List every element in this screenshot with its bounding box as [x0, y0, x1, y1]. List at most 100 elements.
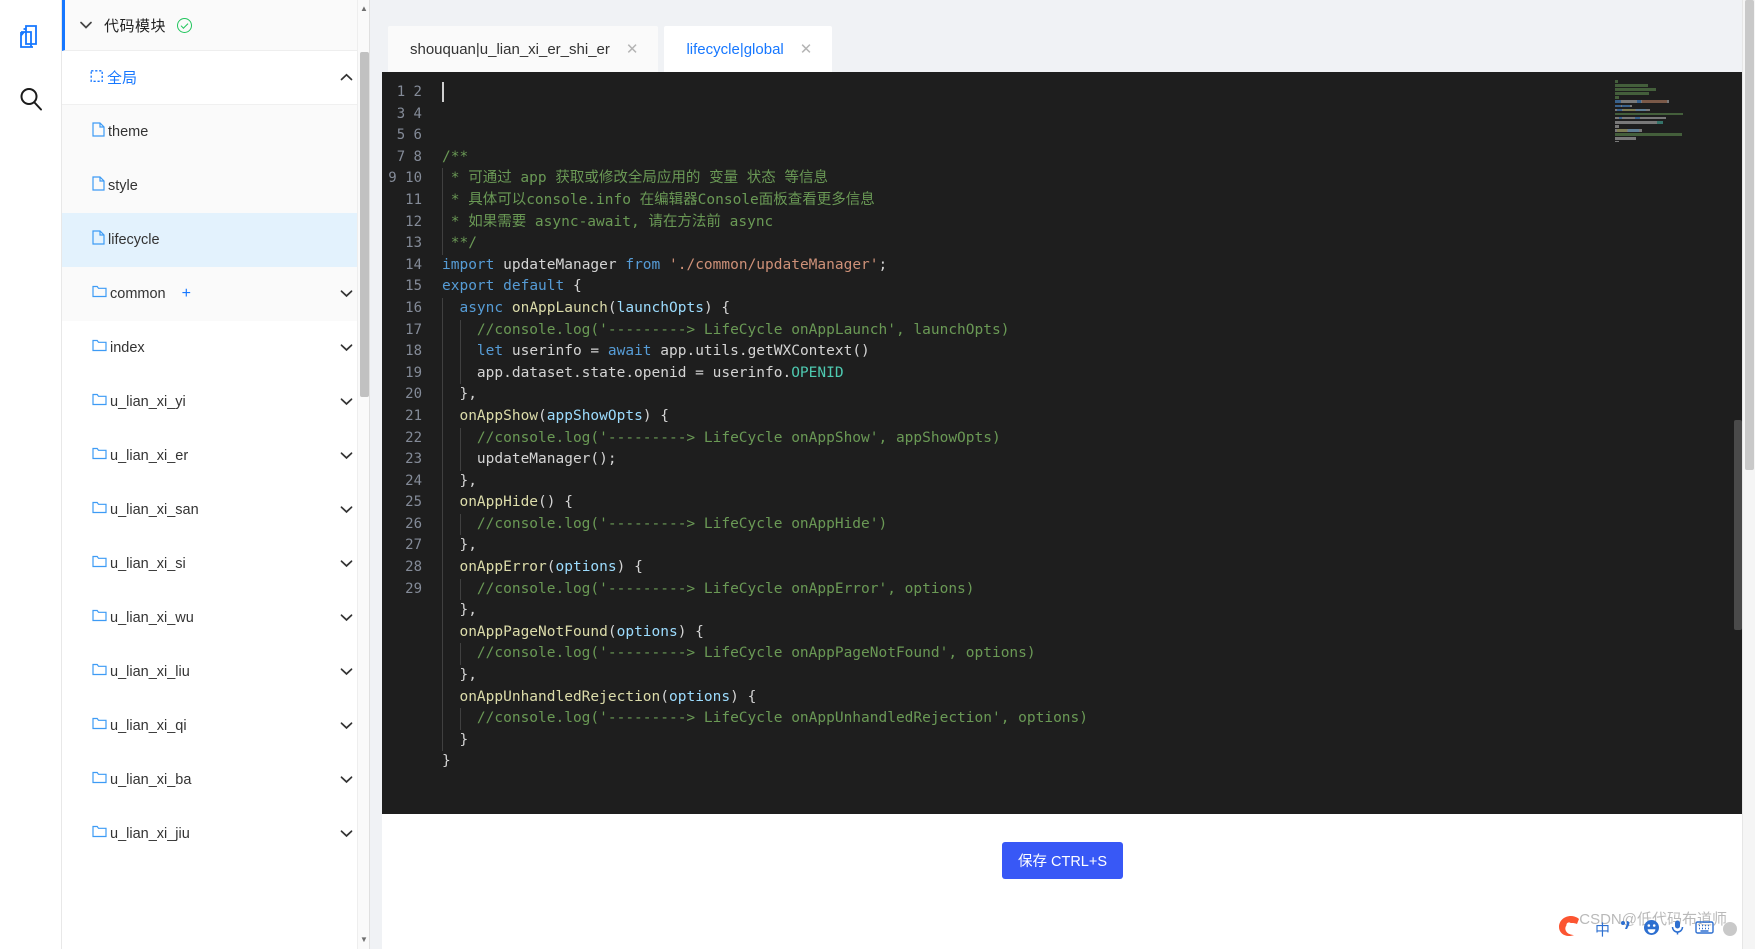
code-token: //console.log('---------> LifeCycle onAp…: [442, 710, 1089, 727]
tab-shouquan[interactable]: shouquan|u_lian_xi_er_shi_er ✕: [388, 26, 659, 72]
indent-guide: [442, 297, 443, 320]
minimap-line: [1615, 112, 1733, 116]
minimap-line: [1615, 84, 1733, 87]
tree-file-style[interactable]: style: [62, 159, 369, 213]
code-token: appShowOpts: [546, 407, 643, 424]
close-icon[interactable]: ✕: [626, 42, 639, 57]
chevron-up-icon[interactable]: [340, 71, 353, 85]
tab-lifecycle-global[interactable]: lifecycle|global ✕: [664, 26, 833, 72]
indent-guide: [459, 708, 461, 730]
tree-folder-u-lian-xi-si[interactable]: u_lian_xi_si: [62, 537, 369, 591]
tree-folder-u-lian-xi-yi[interactable]: u_lian_xi_yi: [62, 375, 369, 429]
tree-folder-u-lian-xi-jiu[interactable]: u_lian_xi_jiu: [62, 807, 369, 861]
tree-folder-u-lian-xi-san[interactable]: u_lian_xi_san: [62, 483, 369, 537]
code-line: import updateManager from './common/upda…: [442, 255, 1743, 277]
tree-group-global[interactable]: 全局: [62, 51, 369, 105]
code-line: export default {: [442, 276, 1743, 298]
chevron-down-icon[interactable]: [340, 449, 353, 463]
code-token: * 可通过 app 获取或修改全局应用的 变量 状态 等信息: [442, 170, 829, 187]
indent-guide: [459, 513, 461, 536]
tree-folder-u-lian-xi-liu[interactable]: u_lian_xi_liu: [62, 645, 369, 699]
minimap[interactable]: [1615, 80, 1733, 142]
tree-file-lifecycle[interactable]: lifecycle: [62, 213, 369, 267]
tree-folder-index[interactable]: index: [62, 321, 369, 375]
code-token: onAppUnhandledRejection: [459, 688, 661, 705]
code-token: ) {: [642, 407, 670, 424]
close-icon[interactable]: ✕: [800, 42, 813, 57]
code-line: //console.log('---------> LifeCycle onAp…: [442, 319, 1743, 342]
tree-folder-u-lian-xi-wu[interactable]: u_lian_xi_wu: [62, 591, 369, 645]
tree-folder-u-lian-xi-qi[interactable]: u_lian_xi_qi: [62, 699, 369, 753]
add-file-icon[interactable]: +: [182, 285, 191, 302]
code-token: * 具体可以console.info 在编辑器Console面板查看更多信息: [442, 191, 875, 208]
indent-guide: [442, 492, 443, 514]
code-token: /**: [442, 148, 469, 165]
code-content[interactable]: /** * 可通过 app 获取或修改全局应用的 变量 状态 等信息 * 具体可…: [434, 72, 1743, 814]
scroll-up-icon[interactable]: ▲: [358, 2, 370, 14]
code-token: ;: [878, 256, 888, 273]
chevron-down-icon[interactable]: [340, 395, 353, 409]
copy-pages-icon[interactable]: [0, 6, 62, 68]
chevron-down-icon[interactable]: [340, 719, 353, 733]
tree-folder-u-lian-xi-ba[interactable]: u_lian_xi_ba: [62, 753, 369, 807]
code-line: * 可通过 app 获取或修改全局应用的 变量 状态 等信息: [442, 168, 1743, 190]
page-scrollbar[interactable]: [1742, 0, 1755, 949]
minimap-line: [1615, 129, 1733, 132]
chevron-down-icon[interactable]: [340, 611, 353, 625]
code-line: app.dataset.state.openid = userinfo.OPEN…: [442, 362, 1743, 385]
code-token: }: [442, 753, 451, 770]
chevron-down-icon[interactable]: [340, 341, 353, 355]
indent-guide: [459, 578, 461, 601]
code-token: ) {: [616, 559, 643, 576]
indent-guide: [442, 600, 443, 622]
indent-guide: [459, 341, 461, 363]
folder-icon: [92, 555, 107, 572]
editor-scroll-thumb[interactable]: [1734, 420, 1742, 630]
code-token: ) {: [703, 299, 731, 316]
code-token: }: [442, 731, 469, 748]
chevron-down-icon[interactable]: [79, 19, 93, 32]
folder-icon: [92, 825, 107, 842]
code-token: onAppPageNotFound: [459, 623, 608, 640]
code-line: /**: [442, 147, 1743, 169]
explorer-scrollbar[interactable]: ▲ ▼: [357, 0, 369, 949]
tree-file-theme[interactable]: theme: [62, 105, 369, 159]
chevron-down-icon[interactable]: [340, 827, 353, 841]
code-token: from: [625, 256, 661, 273]
scroll-down-icon[interactable]: ▼: [358, 933, 370, 945]
save-button[interactable]: 保存 CTRL+S: [1001, 842, 1124, 879]
indent-guide: [442, 729, 443, 752]
minimap-line: [1615, 88, 1733, 91]
editor-tabbar: shouquan|u_lian_xi_er_shi_er ✕ lifecycle…: [370, 0, 1755, 72]
indent-guide: [459, 449, 461, 471]
explorer-scroll-thumb[interactable]: [360, 52, 369, 397]
chevron-down-icon[interactable]: [340, 665, 353, 679]
explorer-header[interactable]: 代码模块: [62, 0, 369, 51]
chevron-down-icon[interactable]: [340, 557, 353, 571]
search-icon[interactable]: [0, 68, 62, 130]
code-token: },: [442, 537, 477, 554]
page-scroll-thumb[interactable]: [1745, 0, 1754, 470]
indent-guide: [442, 621, 443, 644]
indent-guide: [442, 708, 443, 730]
code-line: updateManager();: [442, 449, 1743, 471]
code-token: (: [607, 623, 617, 640]
chevron-down-icon[interactable]: [340, 773, 353, 787]
indent-guide: [442, 643, 443, 666]
tree-folder-u-lian-xi-er[interactable]: u_lian_xi_er: [62, 429, 369, 483]
code-line: },: [442, 665, 1743, 687]
code-editor[interactable]: 1 2 3 4 5 6 7 8 9 10 11 12 13 14 15 16 1…: [382, 72, 1743, 814]
chevron-down-icon[interactable]: [340, 503, 353, 517]
code-token: app.dataset.state.openid = userinfo.: [442, 364, 792, 381]
minimap-line: [1615, 137, 1733, 140]
chevron-down-icon[interactable]: [340, 287, 353, 301]
code-token: ) {: [677, 623, 704, 640]
code-token: await: [607, 343, 652, 360]
indent-guide: [442, 557, 443, 579]
code-line: onAppPageNotFound(options) {: [442, 621, 1743, 644]
indent-guide: [442, 341, 443, 363]
tree-folder-common[interactable]: common +: [62, 267, 369, 321]
